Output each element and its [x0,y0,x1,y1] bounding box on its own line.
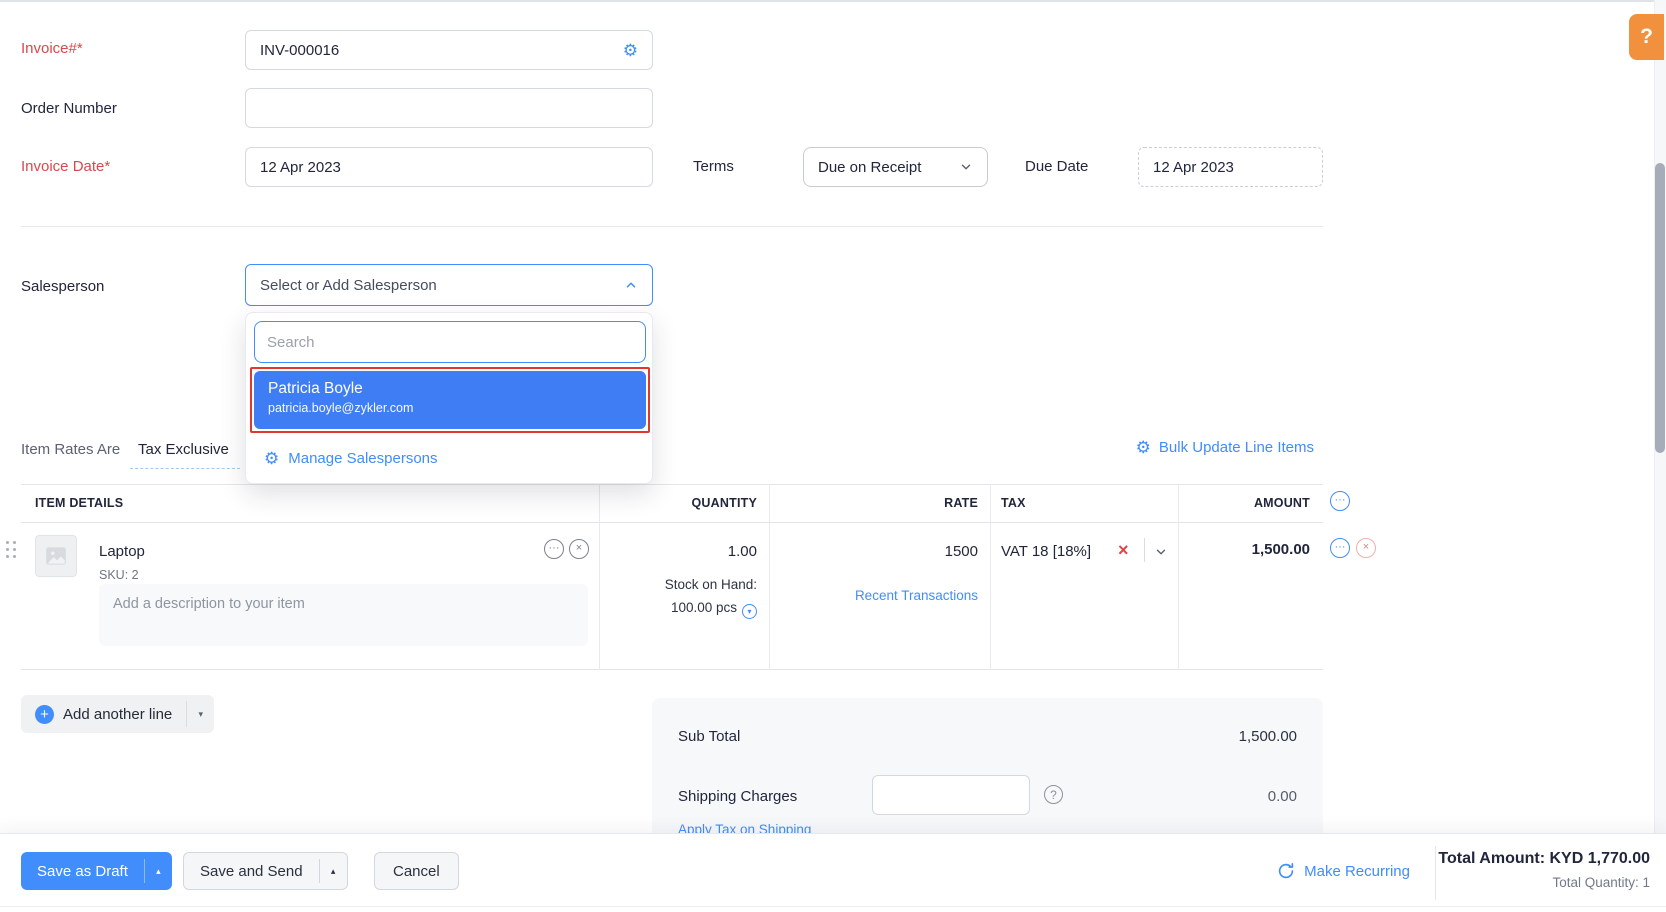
manage-salespersons-link[interactable]: ⚙ Manage Salespersons [264,441,438,475]
bulk-update-link[interactable]: ⚙ Bulk Update Line Items [1136,439,1314,456]
save-and-send-button[interactable]: Save and Send ▴ [183,852,348,890]
order-number-field[interactable] [245,88,653,128]
row-drag-handle[interactable] [6,541,17,559]
item-image-placeholder[interactable] [35,535,77,577]
footer-divider [1435,846,1436,900]
invoice-number-value: INV-000016 [260,42,623,59]
recent-transactions-link[interactable]: Recent Transactions [769,588,978,603]
shipping-charges-input[interactable] [872,775,1030,815]
scrollbar-thumb[interactable] [1655,163,1665,453]
save-send-caret-icon[interactable]: ▴ [320,853,347,889]
header-item-details: ITEM DETAILS [35,496,123,510]
salesperson-option-email: patricia.boyle@zykler.com [268,401,632,415]
header-rate: RATE [769,496,978,510]
tax-chevron-down-icon[interactable] [1154,545,1168,559]
header-tax: TAX [1001,496,1026,510]
cancel-button[interactable]: Cancel [374,852,459,890]
table-border [21,669,1323,670]
terms-select[interactable]: Due on Receipt [803,147,988,187]
table-options-icon[interactable]: ··· [1330,490,1350,511]
item-quantity[interactable]: 1.00 [599,543,757,560]
gear-icon: ⚙ [264,450,279,467]
item-amount: 1,500.00 [1178,541,1310,558]
item-rates-label: Item Rates Are [21,441,120,458]
save-draft-caret-icon[interactable]: ▴ [145,852,172,890]
item-rates-dashed-underline [130,468,240,469]
invoice-date-value: 12 Apr 2023 [260,159,638,176]
salesperson-placeholder: Select or Add Salesperson [260,277,624,294]
column-divider [769,484,770,670]
table-border [21,522,1323,523]
add-line-caret-icon[interactable]: ▾ [187,695,214,733]
tax-cell-divider [1144,538,1145,562]
line-items-table: ITEM DETAILS QUANTITY RATE TAX AMOUNT La… [21,484,1323,670]
item-remove-icon[interactable]: × [569,538,589,559]
invoice-date-label: Invoice Date* [21,158,110,175]
save-as-draft-button[interactable]: Save as Draft ▴ [21,852,172,890]
invoice-edit-page: Invoice#* INV-000016 ⚙ Order Number Invo… [0,0,1666,912]
item-rates-value[interactable]: Tax Exclusive [138,441,229,458]
make-recurring-label: Make Recurring [1304,863,1410,880]
invoice-number-label: Invoice#* [21,40,83,57]
plus-icon: + [35,705,54,724]
salesperson-option-name: Patricia Boyle [268,380,632,398]
header-quantity: QUANTITY [599,496,757,510]
bulk-update-label: Bulk Update Line Items [1159,439,1314,456]
column-divider [990,484,991,670]
order-number-label: Order Number [21,100,117,117]
item-sku: SKU: 2 [99,568,139,582]
action-footer: Save as Draft ▴ Save and Send ▴ Cancel M… [0,833,1666,912]
due-date-label: Due Date [1025,158,1088,175]
sub-total-value: 1,500.00 [1239,728,1297,745]
chevron-up-icon [624,278,638,292]
due-date-value: 12 Apr 2023 [1153,159,1308,176]
section-divider [21,226,1323,227]
gear-icon: ⚙ [1136,439,1151,456]
table-border [21,484,1323,485]
shipping-charges-value: 0.00 [1268,788,1297,805]
row-delete-icon[interactable]: × [1356,537,1376,558]
salesperson-select[interactable]: Select or Add Salesperson [245,264,653,306]
due-date-field[interactable]: 12 Apr 2023 [1138,147,1323,187]
shipping-charges-label: Shipping Charges [678,788,797,805]
make-recurring-icon [1277,862,1295,880]
item-options-icon[interactable]: ··· [544,538,564,559]
invoice-settings-gear-icon[interactable]: ⚙ [623,42,638,59]
item-rate[interactable]: 1500 [769,543,978,560]
stock-on-hand-value: 100.00 pcs▾ [579,600,757,619]
salesperson-dropdown-panel: Patricia Boyle patricia.boyle@zykler.com… [245,312,653,484]
salesperson-option[interactable]: Patricia Boyle patricia.boyle@zykler.com [254,371,646,429]
terms-label: Terms [693,158,734,175]
terms-value: Due on Receipt [818,159,959,176]
item-description-input[interactable]: Add a description to your item [99,584,588,646]
shipping-help-icon[interactable]: ? [1044,785,1063,804]
total-amount-text: Total Amount: KYD 1,770.00 [1438,850,1650,868]
manage-salespersons-label: Manage Salespersons [288,450,437,467]
salesperson-label: Salesperson [21,278,104,295]
make-recurring-link[interactable]: Make Recurring [1277,862,1410,880]
invoice-date-field[interactable]: 12 Apr 2023 [245,147,653,187]
salesperson-search-input[interactable] [254,321,646,363]
row-options-icon[interactable]: ··· [1330,537,1350,558]
tax-remove-icon[interactable]: × [1118,541,1129,559]
item-tax[interactable]: VAT 18 [18%] [1001,543,1091,560]
column-divider [1178,484,1179,670]
totals-block: Total Amount: KYD 1,770.00 Total Quantit… [1438,850,1650,890]
add-another-line-button[interactable]: + Add another line ▾ [21,695,214,733]
image-icon [43,543,69,569]
add-line-label: Add another line [63,706,172,723]
top-divider [0,0,1654,2]
stock-expand-icon[interactable]: ▾ [742,604,757,619]
stock-on-hand-label: Stock on Hand: [599,577,757,592]
item-name[interactable]: Laptop [99,543,145,560]
save-and-send-label: Save and Send [184,853,319,889]
save-as-draft-label: Save as Draft [21,852,144,890]
header-amount: AMOUNT [1178,496,1310,510]
totals-summary-panel: Sub Total 1,500.00 Shipping Charges ? 0.… [652,698,1323,840]
invoice-number-field[interactable]: INV-000016 ⚙ [245,30,653,70]
help-button[interactable]: ? [1629,14,1664,60]
chevron-down-icon [959,160,973,174]
sub-total-label: Sub Total [678,728,740,745]
total-quantity-text: Total Quantity: 1 [1438,875,1650,890]
